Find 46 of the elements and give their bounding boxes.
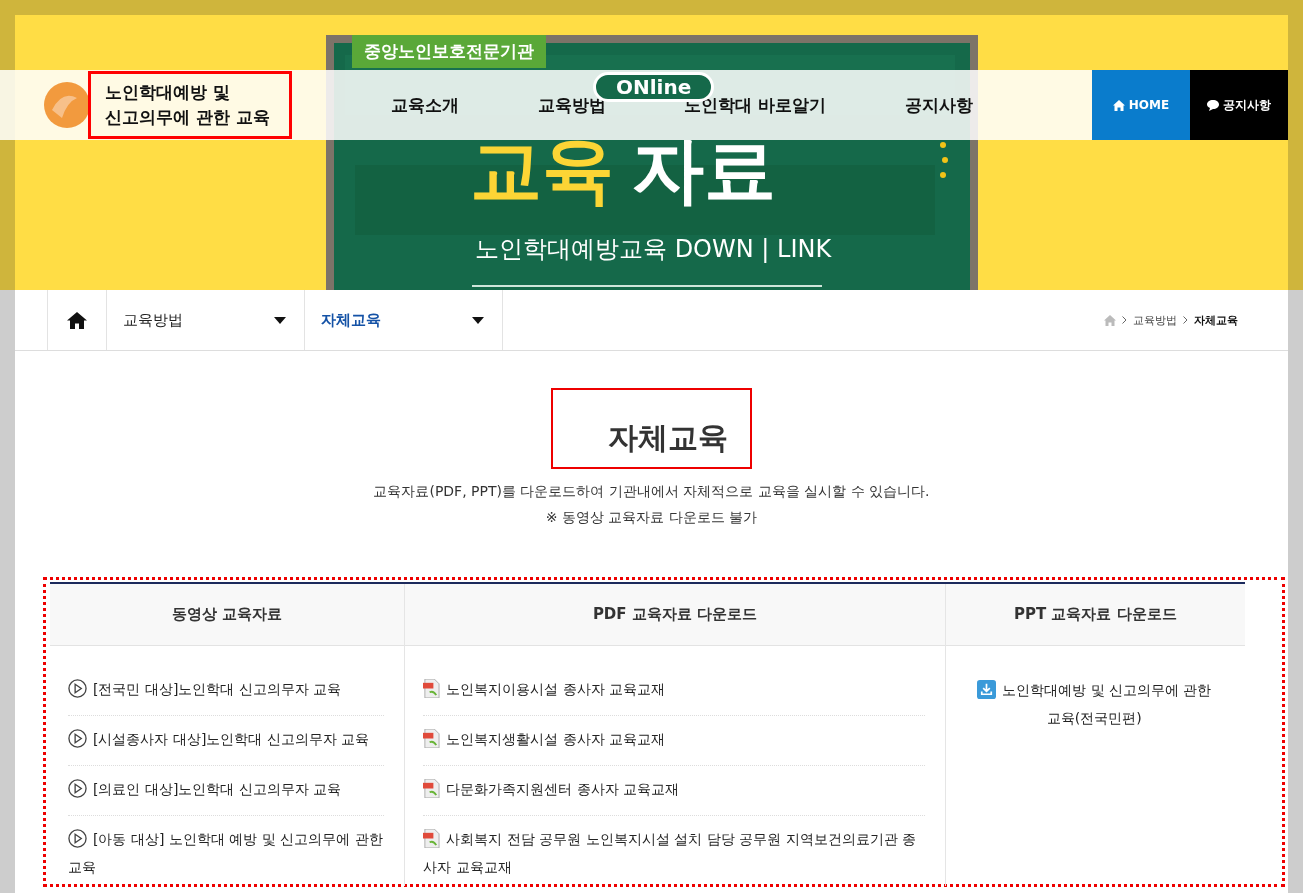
section-dropdown[interactable]: 자체교육 [305,290,503,350]
section-dropdown[interactable]: 교육방법 [107,290,305,350]
speech-bubble-icon [1207,99,1219,111]
chevron-icon [1183,316,1188,324]
chevron-icon [1122,316,1127,324]
site-title[interactable]: 노인학대예방 및 신고의무에 관한 교육 [88,71,292,139]
page-note: ※ 동영상 교육자료 다운로드 불가 [544,509,759,527]
pdf-file-icon [423,679,441,698]
pdf-file-icon [423,779,441,798]
breadcrumb-link[interactable]: 자체교육 [1194,312,1238,328]
home-icon [1104,314,1116,326]
nav-link[interactable]: 교육소개 [391,93,460,117]
download-link[interactable]: [의료인 대상]노인학대 신고의무자 교육 [68,766,385,816]
page-title: 자체교육 [608,419,728,457]
play-icon [68,829,87,848]
banner-badge: 중앙노인보호전문기관 [352,35,546,68]
home-icon [67,311,87,329]
quick-link[interactable]: 공지사항 [1190,70,1288,140]
download-link[interactable]: 노인복지생활시설 종사자 교육교재 [423,716,925,766]
page-description: 교육자료(PDF, PPT)를 다운로드하여 기관내에서 자체적으로 교육을 실시할 수 있습니다. [372,483,931,501]
column-heading: PDF 교육자료 다운로드 [405,584,945,646]
download-link[interactable]: 사회복지 전담 공무원 노인복지시설 설치 담당 공무원 지역보건의료기관 종사자 교육교재 [423,816,925,893]
download-icon [977,680,997,699]
pdf-file-icon [423,829,441,848]
home-button[interactable] [47,290,107,350]
download-link[interactable]: 노인학대예방 및 신고의무에 관한 교육(전국민편) [963,666,1225,742]
banner-subtitle: 노인학대예방교육 DOWN | LINK [475,234,832,265]
download-link[interactable]: [시설종사자 대상]노인학대 신고의무자 교육 [68,716,385,766]
download-link[interactable]: [아동 대상] 노인학대 예방 및 신고의무에 관한 교육 [68,816,385,893]
download-link[interactable]: 노인복지이용시설 종사자 교육교재 [423,666,925,716]
banner-headline: 교육 [470,127,614,214]
caret-icon [274,316,286,324]
play-icon [68,779,87,798]
play-icon [68,729,87,748]
breadcrumb-link[interactable]: 교육방법 [1133,312,1177,328]
quick-link[interactable]: HOME [1092,70,1190,140]
column-heading: PPT 교육자료 다운로드 [945,584,1245,646]
banner-headline: 자료 [632,127,776,214]
play-icon [68,679,87,698]
column-heading: 동영상 교육자료 [50,584,405,646]
nav-link[interactable]: 공지사항 [904,93,973,117]
pdf-file-icon [423,729,441,748]
caret-icon [472,316,484,324]
home-icon [1112,99,1125,111]
download-link[interactable]: 다문화가족지원센터 종사자 교육교재 [423,766,925,816]
download-link[interactable]: [전국민 대상]노인학대 신고의무자 교육 [68,666,385,716]
